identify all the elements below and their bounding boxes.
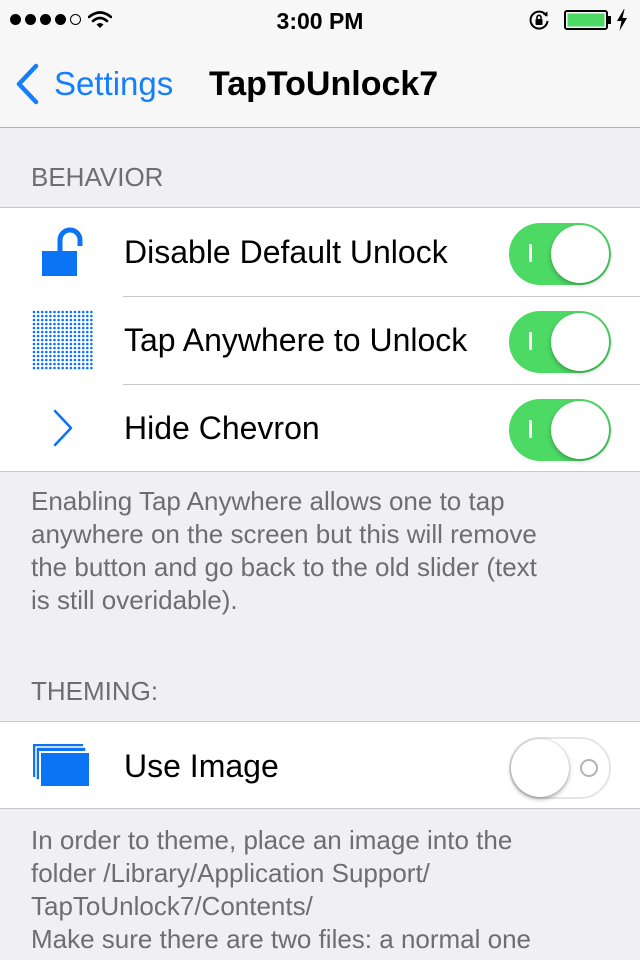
- row-label: Use Image: [124, 748, 279, 784]
- unlocked-padlock-icon: [30, 222, 94, 282]
- row-label: Disable Default Unlock: [124, 234, 448, 270]
- rotation-lock-icon: [529, 10, 549, 30]
- disable-default-unlock-switch[interactable]: [509, 223, 611, 285]
- footer-line: Make sure there are two files: a normal …: [31, 924, 532, 954]
- dot-grid-icon: [30, 310, 94, 370]
- status-bar: 3:00 PM: [0, 0, 640, 40]
- footer-line: In order to theme, place an image into t…: [31, 825, 513, 855]
- section-header-behavior: BEHAVIOR: [31, 162, 164, 192]
- switch-knob: [551, 225, 609, 283]
- row-use-image: Use Image: [0, 722, 640, 810]
- switch-knob: [551, 313, 609, 371]
- back-button-label: Settings: [54, 65, 174, 102]
- section-footer-behavior: Enabling Tap Anywhere allows one to tap …: [31, 485, 611, 617]
- charging-bolt-icon: [617, 9, 627, 31]
- battery-icon: [564, 10, 611, 30]
- section-footer-theming: In order to theme, place an image into t…: [31, 824, 611, 956]
- footer-line: is still overidable).: [31, 585, 238, 615]
- navigation-bar: Settings TapToUnlock7: [0, 40, 640, 128]
- chevron-right-icon: [30, 398, 94, 458]
- page-title: TapToUnlock7: [209, 65, 439, 103]
- row-label: Hide Chevron: [124, 410, 320, 446]
- switch-off-mark: [580, 759, 598, 777]
- row-hide-chevron: Hide Chevron: [0, 384, 640, 472]
- footer-line: folder /Library/Application Support/: [31, 858, 430, 888]
- back-button[interactable]: Settings: [14, 62, 173, 106]
- behavior-group: Disable Default Unlock Tap Anywhere to U…: [0, 207, 640, 472]
- footer-line: the button and go back to the old slider…: [31, 552, 537, 582]
- switch-knob: [551, 401, 609, 459]
- theming-group: Use Image: [0, 721, 640, 809]
- hide-chevron-switch[interactable]: [509, 399, 611, 461]
- footer-line: anywhere on the screen but this will rem…: [31, 519, 537, 549]
- footer-line: TapToUnlock7/Contents/: [31, 891, 313, 921]
- footer-line: Enabling Tap Anywhere allows one to tap: [31, 486, 505, 516]
- switch-on-mark: [529, 420, 532, 438]
- use-image-switch[interactable]: [509, 737, 611, 799]
- section-header-theming: THEMING:: [31, 676, 159, 706]
- chevron-left-icon: [16, 63, 39, 105]
- row-disable-default-unlock: Disable Default Unlock: [0, 208, 640, 296]
- tap-anywhere-switch[interactable]: [509, 311, 611, 373]
- row-tap-anywhere: Tap Anywhere to Unlock: [0, 296, 640, 384]
- switch-on-mark: [529, 244, 532, 262]
- switch-on-mark: [529, 332, 532, 350]
- stacked-images-icon: [30, 736, 94, 796]
- row-label: Tap Anywhere to Unlock: [124, 322, 468, 358]
- switch-knob: [511, 739, 569, 797]
